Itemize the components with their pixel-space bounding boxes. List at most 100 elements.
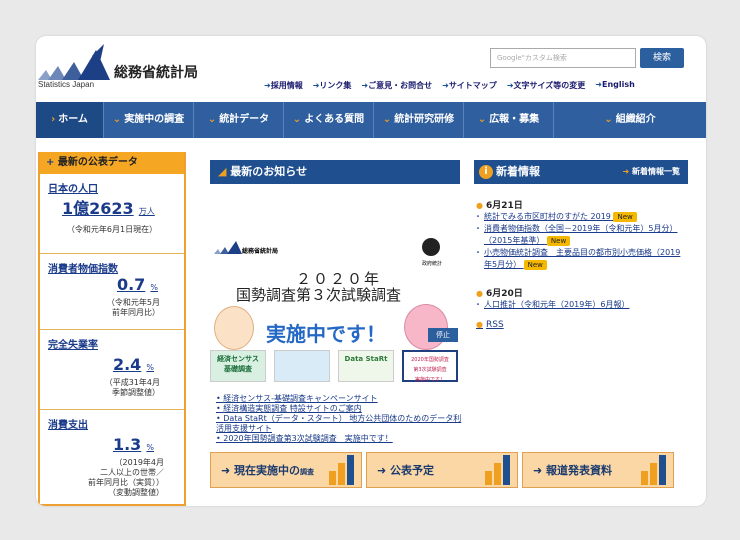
stat-title: 日本の人口 xyxy=(48,184,98,195)
news-item-text: 小売物価統計調査 主要品目の都市別小売価格（2019年5月分） xyxy=(484,248,681,269)
news-item[interactable]: 統計でみる市区町村のすがた 2019 New xyxy=(474,211,688,223)
girl-mascot-icon xyxy=(404,304,448,350)
nav-data[interactable]: ⌄ 統計データ xyxy=(194,102,284,138)
news-item[interactable]: 小売物価統計調査 主要品目の都市別小売価格（2019年5月分） New xyxy=(474,247,688,271)
site-header: 総務省統計局 Statistics Japan Google"カスタム検索 検索… xyxy=(36,36,706,100)
link-label: 文字サイズ等の変更 xyxy=(513,81,586,90)
chevron-down-icon: ⌄ xyxy=(604,114,613,125)
nav-training[interactable]: ⌄ 統計研究研修 xyxy=(374,102,464,138)
stat-value: 1.3 xyxy=(112,435,142,454)
banner-org-right: 政府統計 xyxy=(422,261,443,267)
arrow-right-icon: ➜ xyxy=(622,167,632,176)
stat-consumption[interactable]: 消費支出 1.3 % （2019年4月 二人以上の世帯／ 前年同月比（実質）） … xyxy=(40,410,184,504)
banner-org: 総務省統計局 xyxy=(242,248,279,255)
link-label: ご意見・お問合せ xyxy=(368,81,433,90)
news-title: 最新のお知らせ xyxy=(230,165,308,178)
link-links[interactable]: ➜リンク集 xyxy=(313,80,352,91)
link-contact[interactable]: ➜ご意見・お問合せ xyxy=(361,80,432,91)
link-label: リンク集 xyxy=(319,81,352,90)
new-badge: New xyxy=(523,260,547,270)
nav-label: 統計データ xyxy=(219,114,270,125)
news-link[interactable]: 経済構造実態調査 特設サイトのご案内 xyxy=(216,404,462,414)
census-banner[interactable]: 総務省統計局 政府統計 ２０２０年 国勢調査第３次試験調査 実施中です！ xyxy=(210,196,460,350)
button-label: 報道発表資料 xyxy=(546,464,613,477)
news-header: ◢ 最新のお知らせ xyxy=(210,160,460,184)
link-label: サイトマップ xyxy=(448,81,497,90)
arrow-right-icon: ➜ xyxy=(377,464,391,477)
stat-note: （令和元年5月 前年同月比） xyxy=(106,298,160,317)
stat-population[interactable]: 日本の人口 1億2623 万人 （令和元年6月1日現在） xyxy=(40,174,184,254)
link-label: English xyxy=(601,80,635,89)
nav-organization[interactable]: ⌄ 組織紹介 xyxy=(554,102,706,138)
whats-new-header: i 新着情報 ➜ 新着情報一覧 xyxy=(474,160,688,184)
logo-mark-icon[interactable] xyxy=(38,44,110,80)
thumb-economic-census[interactable]: 経済センサス 基礎調査 xyxy=(210,350,266,382)
link-label: 採用情報 xyxy=(270,81,303,90)
stat-value: 2.4 xyxy=(112,355,142,374)
search-button[interactable]: 検索 xyxy=(640,48,684,68)
nav-label: 統計研究研修 xyxy=(394,114,455,125)
arrow-right-icon: ➜ xyxy=(533,464,547,477)
news-item[interactable]: 消費者物価指数（全国－2019年（令和元年）5月分）（2015年基準） New xyxy=(474,223,688,247)
banner-survey-name: 国勢調査第３次試験調査 xyxy=(236,286,402,304)
logo-mark-icon xyxy=(214,241,242,254)
stat-cpi[interactable]: 消費者物価指数 0.7 % （令和元年5月 前年同月比） xyxy=(40,254,184,330)
panel-title-text: 最新の公表データ xyxy=(57,157,138,168)
release-schedule-button[interactable]: ➜ 公表予定 xyxy=(366,452,518,488)
nav-pr[interactable]: ⌄ 広報・募集 xyxy=(464,102,554,138)
thumb-census-test[interactable]: 2020年国勢調査 第3次試験調査 実施中です！ xyxy=(402,350,458,383)
plus-icon: + xyxy=(46,157,58,168)
stat-unit: % xyxy=(146,443,154,452)
news-item[interactable]: 人口推計（令和元年（2019年）6月報） xyxy=(474,299,688,311)
megaphone-icon: ◢ xyxy=(218,165,231,178)
link-recruit[interactable]: ➜採用情報 xyxy=(264,80,303,91)
thumb-economic-structure[interactable] xyxy=(274,350,330,382)
nav-label: 組織紹介 xyxy=(615,114,656,125)
nav-label: 広報・募集 xyxy=(489,114,540,125)
stat-note: （2019年4月 二人以上の世帯／ 前年同月比（実質）） （変動調整値） xyxy=(88,458,164,497)
rss-block: RSS xyxy=(476,320,688,330)
bar-chart-icon xyxy=(641,455,666,485)
stop-slideshow-button[interactable]: 停止 xyxy=(428,328,458,342)
nav-faq[interactable]: ⌄ よくある質問 xyxy=(284,102,374,138)
stat-unit: % xyxy=(150,283,158,292)
chevron-down-icon: ⌄ xyxy=(382,114,392,125)
whats-new-title: 新着情報 xyxy=(496,165,540,178)
baby-mascot-icon xyxy=(214,306,254,350)
news-link[interactable]: 経済センサス-基礎調査キャンペーンサイト xyxy=(216,394,462,404)
browser-frame: 総務省統計局 Statistics Japan Google"カスタム検索 検索… xyxy=(36,36,706,506)
stat-unemployment[interactable]: 完全失業率 2.4 % （平成31年4月 季節調整値） xyxy=(40,330,184,410)
new-badge: New xyxy=(613,212,637,222)
stat-unit: 万人 xyxy=(138,207,155,216)
stat-title: 消費者物価指数 xyxy=(48,264,118,275)
whats-new-more-link[interactable]: ➜ 新着情報一覧 xyxy=(623,160,681,184)
button-label: 現在実施中の xyxy=(234,464,301,477)
news-date: 6月21日 xyxy=(476,198,688,211)
news-item-text: 人口推計（令和元年（2019年）6月報） xyxy=(484,300,630,309)
current-surveys-button[interactable]: ➜ 現在実施中の調査 xyxy=(210,452,362,488)
search-input[interactable]: Google"カスタム検索 xyxy=(490,48,636,68)
thumb-data-start[interactable]: Data StaRt xyxy=(338,350,394,382)
press-release-button[interactable]: ➜ 報道発表資料 xyxy=(522,452,674,488)
nav-home[interactable]: › ホーム xyxy=(36,102,104,138)
nav-surveys[interactable]: ⌄ 実施中の調査 xyxy=(104,102,194,138)
link-english[interactable]: ➜English xyxy=(595,80,635,91)
chevron-down-icon: ⌄ xyxy=(477,114,487,125)
arrow-right-icon: ➜ xyxy=(221,464,235,477)
rss-link[interactable]: RSS xyxy=(476,320,504,330)
stat-value: 1億2623 xyxy=(62,199,134,218)
nav-label: 実施中の調査 xyxy=(124,114,185,125)
logo-text-jp[interactable]: 総務省統計局 xyxy=(114,62,198,82)
nav-label: よくある質問 xyxy=(304,114,365,125)
new-badge: New xyxy=(546,236,571,246)
button-label: 公表予定 xyxy=(390,464,435,477)
utility-links: ➜採用情報 ➜リンク集 ➜ご意見・お問合せ ➜サイトマップ ➜文字サイズ等の変更… xyxy=(264,80,635,91)
news-link[interactable]: Data StaRt（データ・スタート） 地方公共団体のためのデータ利活用支援サ… xyxy=(216,414,462,434)
link-sitemap[interactable]: ➜サイトマップ xyxy=(442,80,497,91)
main-nav: › ホーム ⌄ 実施中の調査 ⌄ 統計データ ⌄ よくある質問 ⌄ 統計研究研修 ⌄ 広報・… xyxy=(36,102,706,138)
news-item-text: 消費者物価指数（全国－2019年（令和元年）5月分）（2015年基準） xyxy=(484,224,678,245)
nav-label: ホーム xyxy=(58,114,88,125)
news-link[interactable]: 2020年国勢調査第3次試験調査 実施中です！ xyxy=(216,434,462,444)
panel-title: + 最新の公表データ xyxy=(40,152,184,174)
link-font-size[interactable]: ➜文字サイズ等の変更 xyxy=(507,80,585,91)
